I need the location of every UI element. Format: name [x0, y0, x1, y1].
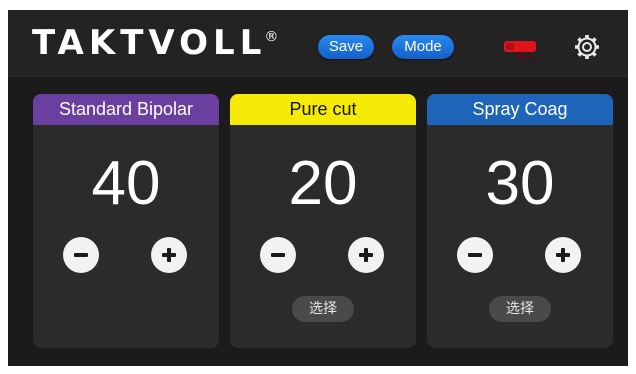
plus-icon [359, 248, 373, 262]
select-button[interactable]: 选择 [292, 296, 354, 322]
panel-spray-coag: Spray Coag 30 选择 [427, 94, 613, 348]
mode-button[interactable]: Mode [392, 35, 454, 59]
increase-button[interactable] [545, 237, 581, 273]
panel-title: Spray Coag [427, 94, 613, 125]
power-value: 40 [91, 149, 161, 218]
gear-icon[interactable] [574, 34, 600, 60]
minus-icon [468, 253, 482, 257]
power-value: 20 [288, 149, 358, 218]
decrease-button[interactable] [457, 237, 493, 273]
registered-mark: ® [264, 29, 279, 45]
power-value: 30 [485, 149, 555, 218]
panel-title: Pure cut [230, 94, 416, 125]
panel-standard-bipolar: Standard Bipolar 40 [33, 94, 219, 348]
decrease-button[interactable] [260, 237, 296, 273]
panel-pure-cut: Pure cut 20 选择 [230, 94, 416, 348]
plug-icon[interactable] [504, 38, 538, 62]
decrease-button[interactable] [63, 237, 99, 273]
increase-button[interactable] [348, 237, 384, 273]
increase-button[interactable] [151, 237, 187, 273]
brand-logo: TAKTVOLL ® [32, 20, 278, 66]
select-button[interactable]: 选择 [489, 296, 551, 322]
top-bar: TAKTVOLL ® Save Mode [8, 10, 628, 77]
save-button[interactable]: Save [318, 35, 374, 59]
panel-title: Standard Bipolar [33, 94, 219, 125]
plus-icon [162, 248, 176, 262]
device-screen: TAKTVOLL ® Save Mode Standard Bipolar 40… [8, 10, 628, 366]
plus-icon [556, 248, 570, 262]
minus-icon [271, 253, 285, 257]
brand-name: TAKTVOLL [32, 23, 267, 63]
minus-icon [74, 253, 88, 257]
